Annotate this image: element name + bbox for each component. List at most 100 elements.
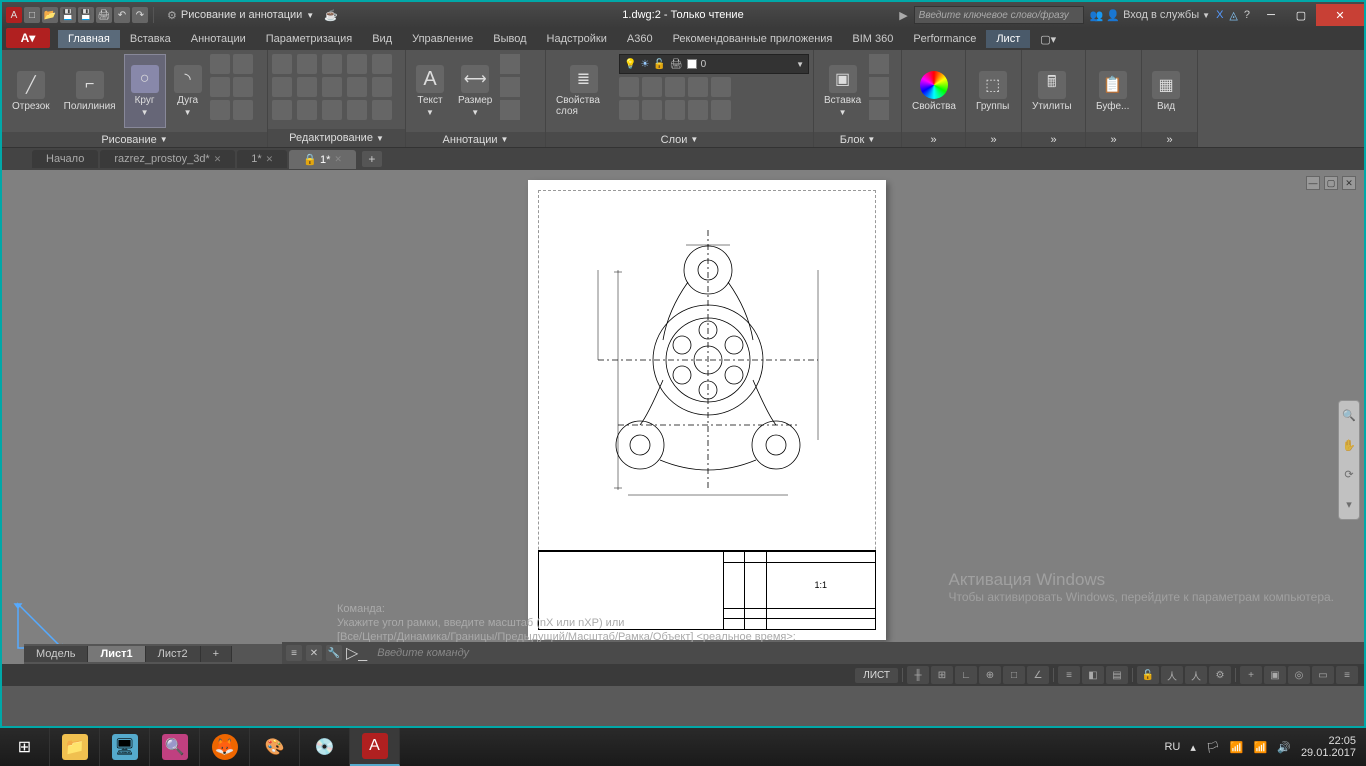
close-icon[interactable]: ✕ [266,154,274,165]
layer-tool-9[interactable] [688,100,708,120]
array-icon[interactable] [347,77,367,97]
doc-tab-1-locked[interactable]: 🔒 1*✕ [289,150,356,169]
status-polar-icon[interactable]: ⊕ [979,666,1001,684]
tray-up-icon[interactable]: ▴ [1190,741,1196,754]
layer-tool-7[interactable] [642,100,662,120]
arc-button[interactable]: ◝Дуга▼ [168,54,208,128]
dimension-button[interactable]: ⟷Размер▼ [452,54,498,128]
status-mode[interactable]: ЛИСТ [855,668,898,683]
tab-extra[interactable]: ▢▾ [1030,30,1066,49]
extend-icon[interactable] [322,100,342,120]
block-tool-1[interactable] [869,54,889,74]
tab-output[interactable]: Вывод [483,30,536,48]
close-icon[interactable]: ✕ [214,154,222,165]
layer-tool-4[interactable] [688,77,708,97]
block-insert-button[interactable]: ▣Вставка▼ [818,54,867,128]
layout-tab-list1[interactable]: Лист1 [88,646,145,662]
status-osnap-icon[interactable]: □ [1003,666,1025,684]
status-custom-icon[interactable]: ≡ [1336,666,1358,684]
autocad-button[interactable]: A [350,728,400,766]
vp-max-icon[interactable]: ▢ [1324,176,1338,190]
tab-insert[interactable]: Вставка [120,30,181,48]
point-icon[interactable] [233,100,253,120]
app-logo[interactable]: A▾ [6,28,50,48]
props-button[interactable]: Свойства [906,54,962,128]
canvas-area[interactable]: — ▢ ✕ [2,170,1364,664]
circle-button[interactable]: ○Круг▼ [124,54,166,128]
offset-icon[interactable] [372,77,392,97]
undo-icon[interactable]: ↶ [114,7,130,23]
vp-min-icon[interactable]: — [1306,176,1320,190]
zoom-extents-icon[interactable]: 🔍 [1341,408,1357,424]
login-button[interactable]: 👥 👤 Вход в службы ▼ [1090,9,1210,22]
cmd-close-icon[interactable]: ✕ [306,645,322,661]
close-button[interactable]: ✕ [1316,4,1364,26]
doc-tab-start[interactable]: Начало [32,150,98,168]
poly-icon[interactable] [233,54,253,74]
layer-tool-2[interactable] [642,77,662,97]
layout-tab-list2[interactable]: Лист2 [146,646,201,662]
status-annoscale-icon[interactable]: 🔓 [1137,666,1159,684]
tray-volume-icon[interactable]: 🔊 [1277,741,1291,754]
status-monitor-icon[interactable]: + [1240,666,1262,684]
rect-icon[interactable] [210,54,230,74]
status-qp-icon[interactable]: ▤ [1106,666,1128,684]
layer-props-button[interactable]: ≣Свойства слоя [550,54,617,128]
a360-icon[interactable]: ◬ [1229,9,1237,22]
tray-flag-icon[interactable]: 🏳 [1206,741,1220,754]
spline-icon[interactable] [210,100,230,120]
text-button[interactable]: AТекст▼ [410,54,450,128]
open-icon[interactable]: 📂 [42,7,58,23]
minimize-button[interactable]: ─ [1256,4,1286,26]
status-lwt-icon[interactable]: ≡ [1058,666,1080,684]
command-input[interactable]: Введите команду [371,647,1360,659]
app-menu-icon[interactable]: A [6,7,22,23]
status-annovis-icon[interactable]: 人 [1161,666,1183,684]
plot-icon[interactable]: 🖨 [96,7,112,23]
tray-wifi-icon[interactable]: 📶 [1254,741,1268,754]
tab-layout[interactable]: Лист [986,30,1030,48]
line-button[interactable]: ╱Отрезок [6,54,56,128]
exchange-icon[interactable]: X [1216,9,1223,21]
tab-annotate[interactable]: Аннотации [181,30,256,48]
layout-tab-model[interactable]: Модель [24,646,88,662]
app-button-2[interactable]: 🔍 [150,728,200,766]
tab-performance[interactable]: Performance [903,30,986,48]
scale-icon[interactable] [297,100,317,120]
tab-a360[interactable]: A360 [617,30,663,48]
status-snap-icon[interactable]: ⊞ [931,666,953,684]
maximize-button[interactable]: ▢ [1286,4,1316,26]
ellipse-icon[interactable] [210,77,230,97]
cmd-tool-icon[interactable]: 🔧 [326,645,342,661]
move-icon[interactable] [272,54,292,74]
media-button[interactable]: 💿 [300,728,350,766]
saveas-icon[interactable]: 💾 [78,7,94,23]
save-icon[interactable]: 💾 [60,7,76,23]
layer-tool-5[interactable] [711,77,731,97]
copy-icon[interactable] [272,77,292,97]
status-scale-icon[interactable]: 人 [1185,666,1207,684]
explode-icon[interactable] [372,54,392,74]
doc-tab-1[interactable]: 1*✕ [237,150,287,168]
orbit-icon[interactable]: ⟳ [1341,467,1357,483]
redo-icon[interactable]: ↷ [132,7,148,23]
stretch-icon[interactable] [272,100,292,120]
tab-parametric[interactable]: Параметризация [256,30,362,48]
vp-close-icon[interactable]: ✕ [1342,176,1356,190]
status-clean-icon[interactable]: ▭ [1312,666,1334,684]
tab-view[interactable]: Вид [362,30,402,48]
tab-manage[interactable]: Управление [402,30,483,48]
polyline-button[interactable]: ⌐Полилиния [58,54,122,128]
block-tool-2[interactable] [869,77,889,97]
new-tab-button[interactable]: + [362,151,382,167]
mtext-icon[interactable] [500,100,520,120]
explorer-button[interactable]: 📁 [50,728,100,766]
cmd-history-icon[interactable]: ≡ [286,645,302,661]
tab-addins[interactable]: Надстройки [537,30,617,48]
layer-tool-1[interactable] [619,77,639,97]
firefox-button[interactable]: 🦊 [200,728,250,766]
tab-home[interactable]: Главная [58,30,120,48]
search-input[interactable]: Введите ключевое слово/фразу [914,6,1084,24]
layer-tool-10[interactable] [711,100,731,120]
status-ortho-icon[interactable]: ∟ [955,666,977,684]
